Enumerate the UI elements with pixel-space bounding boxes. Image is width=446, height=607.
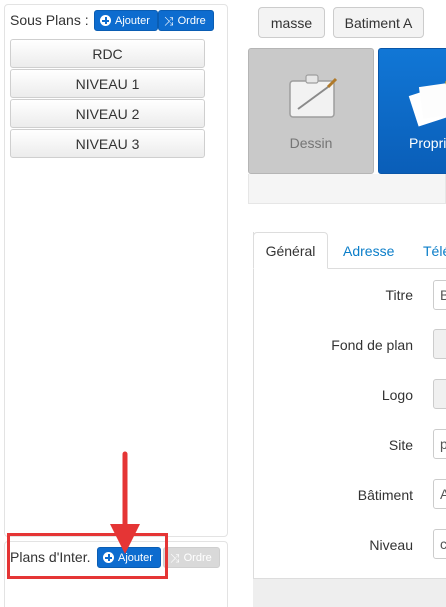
sous-plans-add-button[interactable]: Ajouter — [94, 10, 158, 31]
tab-telephone[interactable]: Télé — [423, 232, 446, 269]
sous-plan-item-niveau-2[interactable]: NIVEAU 2 — [10, 99, 205, 128]
plans-inter-order-label: Ordre — [183, 551, 212, 564]
dessin-label: Dessin — [289, 135, 333, 151]
sous-plan-item-niveau-1[interactable]: NIVEAU 1 — [10, 69, 205, 98]
field-label-logo: Logo — [381, 387, 413, 403]
site-input[interactable]: p — [433, 429, 446, 459]
niveau-input[interactable]: c — [433, 529, 446, 559]
sous-plan-item-rdc[interactable]: RDC — [10, 39, 205, 68]
plus-circle-icon — [100, 15, 111, 26]
plans-inter-order-button[interactable]: ⤨ Ordre — [163, 547, 220, 568]
shuffle-icon: ⤨ — [170, 550, 180, 565]
tab-adresse[interactable]: Adresse — [343, 232, 413, 269]
proprietes-tile[interactable]: Propri — [378, 48, 446, 174]
shuffle-icon: ⤨ — [164, 13, 174, 28]
tab-general[interactable]: Général — [253, 232, 328, 269]
field-label-titre: Titre — [385, 287, 413, 303]
sous-plan-item-niveau-3[interactable]: NIVEAU 3 — [10, 129, 205, 158]
batiment-button[interactable]: Batiment A — [333, 7, 424, 38]
documents-icon — [408, 81, 446, 127]
dessin-tile[interactable]: Dessin — [248, 48, 374, 174]
sous-plans-order-label: Ordre — [177, 14, 206, 27]
field-label-niveau: Niveau — [369, 537, 413, 553]
titre-input[interactable]: B — [433, 280, 446, 310]
field-label-fond-de-plan: Fond de plan — [331, 337, 413, 353]
form-bottom-bar — [253, 578, 446, 607]
sous-plans-add-label: Ajouter — [115, 14, 150, 27]
sous-plans-order-button[interactable]: ⤨ Ordre — [158, 10, 214, 31]
drawing-board-icon — [289, 74, 338, 118]
batiment-input[interactable]: A — [433, 479, 446, 509]
status-strip — [248, 174, 446, 204]
sous-plans-title: Sous Plans : — [10, 12, 89, 28]
annotation-highlight-box — [7, 533, 168, 579]
field-label-batiment: Bâtiment — [357, 487, 413, 503]
field-label-site: Site — [388, 437, 413, 453]
masse-button[interactable]: masse — [258, 7, 325, 38]
logo-input[interactable] — [433, 379, 446, 409]
fond-de-plan-input[interactable] — [433, 329, 446, 359]
proprietes-label: Propri — [409, 135, 446, 151]
